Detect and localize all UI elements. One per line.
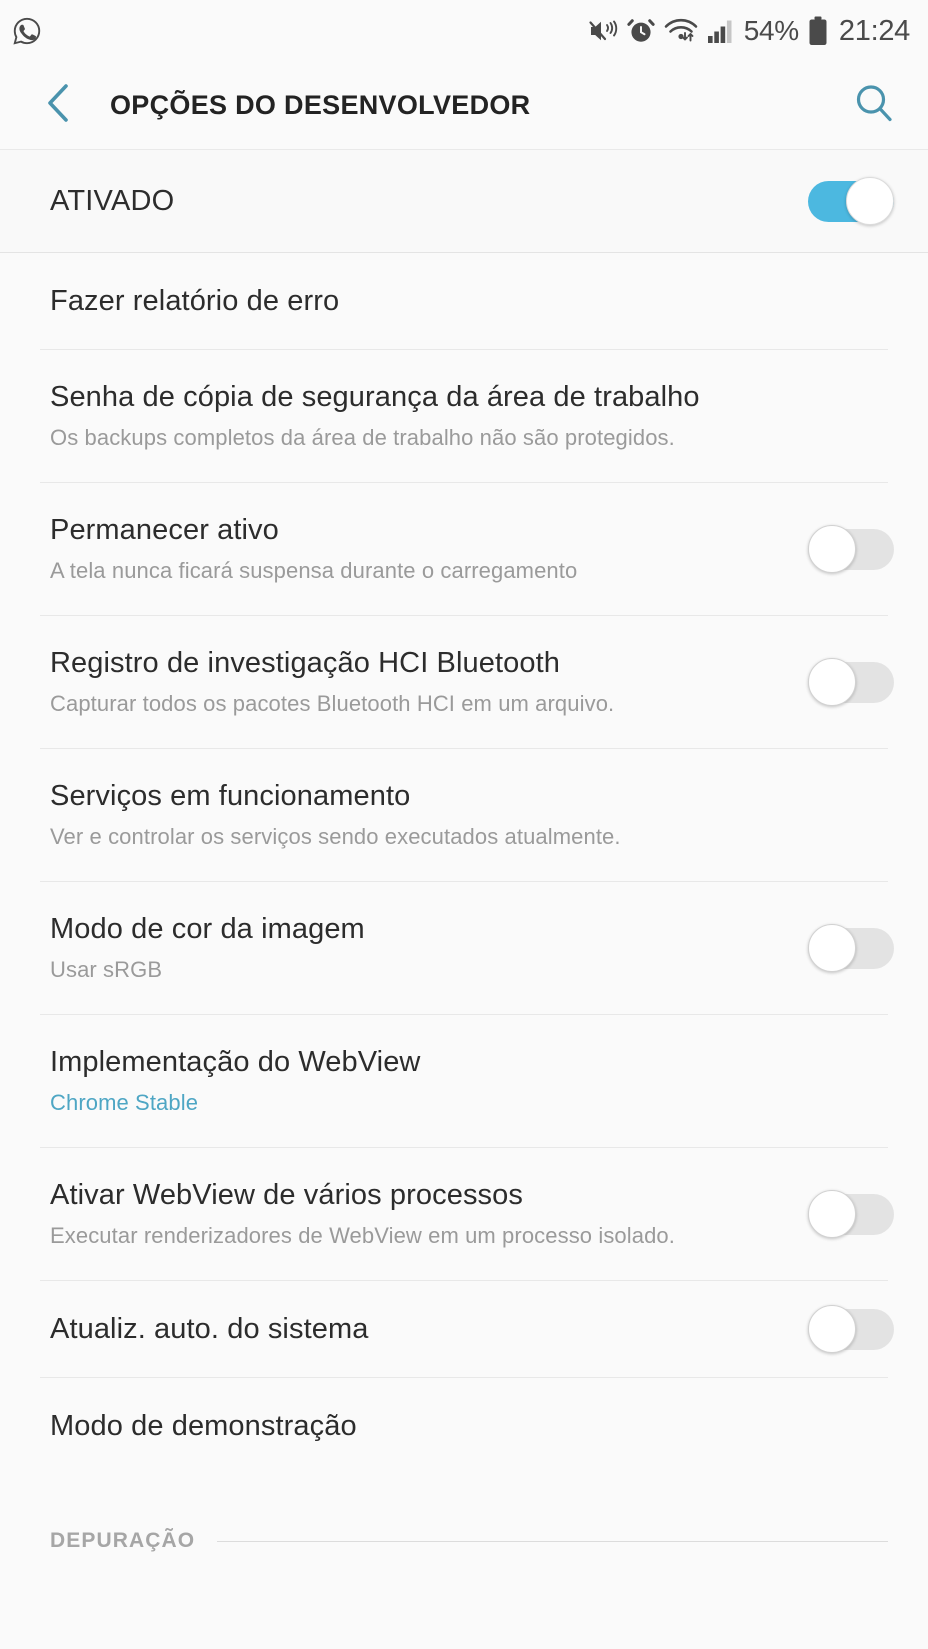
master-switch-label: ATIVADO (50, 184, 175, 217)
section-header-rule (217, 1540, 888, 1542)
row-text: Modo de demonstração (50, 1409, 894, 1444)
stay-awake-toggle[interactable] (808, 525, 894, 573)
wifi-icon (664, 17, 698, 45)
automatic-system-updates-toggle[interactable] (808, 1305, 894, 1353)
developer-options-screen: 54% 21:24 OPÇÕES DO DESENVOLVEDOR ATIVAD… (0, 0, 928, 1649)
row-text: Modo de cor da imagem Usar sRGB (50, 912, 808, 983)
master-switch-toggle[interactable] (808, 177, 894, 225)
list-item-running-services[interactable]: Serviços em funcionamento Ver e controla… (0, 749, 928, 881)
row-title: Fazer relatório de erro (50, 284, 340, 317)
list-item-bluetooth-hci-log[interactable]: Registro de investigação HCI Bluetooth C… (0, 616, 928, 748)
row-title: Implementação do WebView (50, 1046, 421, 1079)
row-subtitle: Os backups completos da área de trabalho… (50, 425, 675, 451)
row-subtitle: A tela nunca ficará suspensa durante o c… (50, 558, 578, 584)
status-bar-indicators: 54% 21:24 (588, 16, 910, 46)
row-text: Senha de cópia de segurança da área de t… (50, 380, 894, 451)
status-bar: 54% 21:24 (0, 0, 928, 62)
row-text: Fazer relatório de erro (50, 284, 894, 319)
row-subtitle: Capturar todos os pacotes Bluetooth HCI … (50, 691, 615, 717)
row-title: Ativar WebView de vários processos (50, 1179, 523, 1212)
picture-color-mode-toggle[interactable] (808, 924, 894, 972)
whatsapp-icon (12, 16, 42, 46)
page-title: OPÇÕES DO DESENVOLVEDOR (110, 90, 531, 120)
toggle-knob (808, 924, 856, 972)
list-item-automatic-system-updates[interactable]: Atualiz. auto. do sistema (0, 1281, 928, 1377)
list-item-multiprocess-webview[interactable]: Ativar WebView de vários processos Execu… (0, 1148, 928, 1280)
bluetooth-hci-log-toggle[interactable] (808, 658, 894, 706)
row-text: Permanecer ativo A tela nunca ficará sus… (50, 513, 808, 584)
battery-icon (808, 16, 828, 46)
toggle-knob (808, 525, 856, 573)
alarm-icon (627, 17, 655, 45)
chevron-left-icon (41, 81, 75, 130)
row-text: Ativar WebView de vários processos Execu… (50, 1178, 808, 1249)
row-title: Modo de cor da imagem (50, 913, 365, 946)
section-header-label: DEPURAÇÃO (50, 1529, 196, 1552)
toggle-knob (808, 1305, 856, 1353)
signal-bars-icon (707, 18, 735, 44)
list-item-bug-report[interactable]: Fazer relatório de erro (0, 253, 928, 349)
list-item-stay-awake[interactable]: Permanecer ativo A tela nunca ficará sus… (0, 483, 928, 615)
list-item-webview-implementation[interactable]: Implementação do WebView Chrome Stable (0, 1015, 928, 1147)
search-button[interactable] (848, 80, 900, 132)
row-subtitle: Ver e controlar os serviços sendo execut… (50, 824, 621, 850)
row-title: Permanecer ativo (50, 514, 279, 547)
settings-list: Fazer relatório de erro Senha de cópia d… (0, 253, 928, 1572)
mute-vibrate-icon (588, 17, 618, 45)
row-text: Serviços em funcionamento Ver e controla… (50, 779, 894, 850)
row-title: Serviços em funcionamento (50, 780, 411, 813)
back-button[interactable] (34, 82, 82, 130)
list-item-desktop-backup-password[interactable]: Senha de cópia de segurança da área de t… (0, 350, 928, 482)
row-title: Atualiz. auto. do sistema (50, 1312, 369, 1345)
row-title: Registro de investigação HCI Bluetooth (50, 647, 560, 680)
toggle-knob (808, 1190, 856, 1238)
row-subtitle: Usar sRGB (50, 957, 163, 983)
app-bar: OPÇÕES DO DESENVOLVEDOR (0, 62, 928, 150)
status-bar-notifications (12, 16, 42, 46)
row-title: Modo de demonstração (50, 1409, 357, 1442)
battery-percent-label: 54% (743, 15, 799, 46)
row-subtitle: Executar renderizadores de WebView em um… (50, 1223, 675, 1249)
row-text: Atualiz. auto. do sistema (50, 1312, 808, 1347)
search-icon (852, 81, 896, 130)
toggle-knob (808, 658, 856, 706)
row-title: Senha de cópia de segurança da área de t… (50, 381, 700, 414)
list-item-picture-color-mode[interactable]: Modo de cor da imagem Usar sRGB (0, 882, 928, 1014)
row-text: Registro de investigação HCI Bluetooth C… (50, 646, 808, 717)
list-item-demo-mode[interactable]: Modo de demonstração (0, 1378, 928, 1474)
row-text: Implementação do WebView Chrome Stable (50, 1045, 894, 1116)
row-subtitle: Chrome Stable (50, 1090, 199, 1116)
clock-label: 21:24 (838, 14, 910, 47)
toggle-knob (846, 177, 894, 225)
section-header-debugging: DEPURAÇÃO (0, 1510, 928, 1572)
multiprocess-webview-toggle[interactable] (808, 1190, 894, 1238)
developer-options-master-row[interactable]: ATIVADO (0, 150, 928, 253)
